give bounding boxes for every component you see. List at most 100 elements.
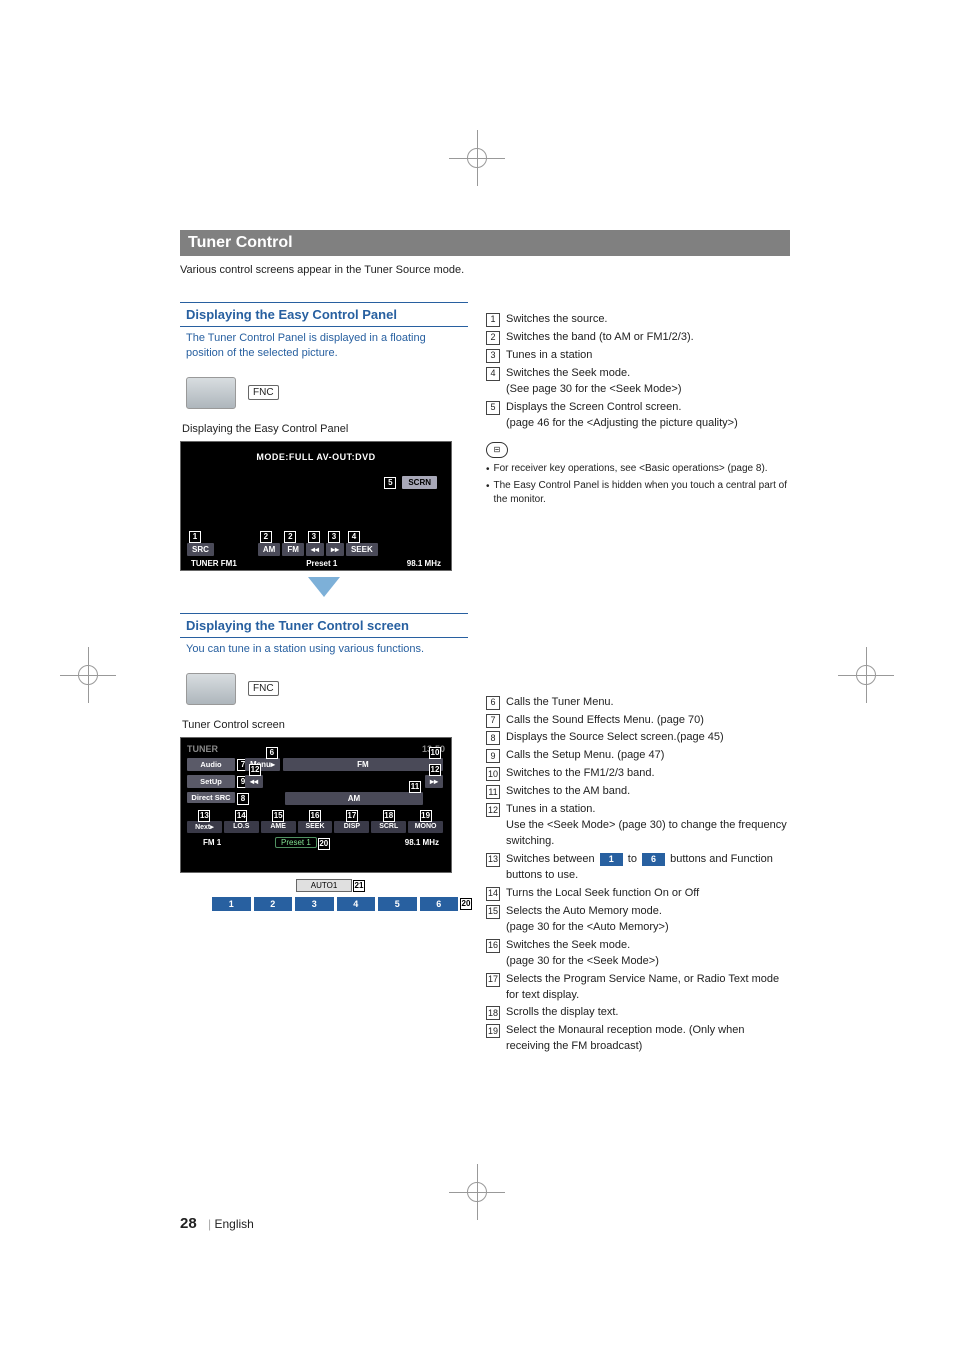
- fm-band-button[interactable]: FM 10: [283, 758, 443, 771]
- fn-ame-button[interactable]: AME15: [261, 821, 296, 833]
- callout-19: 19: [420, 810, 432, 822]
- registration-mark-left: [60, 647, 116, 703]
- legend-item: 7Calls the Sound Effects Menu. (page 70): [486, 713, 790, 729]
- setup-button[interactable]: SetUp 9: [187, 775, 235, 788]
- note-item: •For receiver key operations, see <Basic…: [486, 462, 790, 477]
- note-text: For receiver key operations, see <Basic …: [494, 462, 768, 477]
- screen-button-label: SCRN: [408, 478, 431, 487]
- monitor-icon: [186, 673, 236, 705]
- callout-17: 17: [346, 810, 358, 822]
- fn-scrl-button[interactable]: SCRL18: [371, 821, 406, 833]
- legend-number: 3: [486, 349, 500, 363]
- fnc-button-label: FNC: [253, 683, 274, 694]
- prev-button[interactable]: 3 ◂◂: [306, 543, 324, 556]
- legend-subtext: (page 30 for the <Auto Memory>): [506, 920, 790, 936]
- registration-mark-bottom: [449, 1164, 505, 1220]
- legend-text: Calls the Setup Menu. (page 47): [506, 748, 790, 764]
- preset-tag: 1: [600, 853, 623, 866]
- footer-language: English: [215, 1217, 254, 1231]
- next-button-b[interactable]: ▸▸ 12: [425, 775, 443, 788]
- legend-number: 2: [486, 331, 500, 345]
- status-left: TUNER FM1: [191, 559, 237, 568]
- legend-subtext: (page 46 for the <Adjusting the picture …: [506, 416, 790, 432]
- legend-number: 15: [486, 905, 500, 919]
- legend-number: 16: [486, 939, 500, 953]
- legend-subtext: (See page 30 for the <Seek Mode>): [506, 382, 790, 398]
- fn-los-button[interactable]: LO.S14: [224, 821, 259, 833]
- mode-line: MODE:FULL AV-OUT:DVD: [181, 452, 451, 462]
- am-band-button[interactable]: AM 11: [285, 792, 423, 805]
- legend-item: 9Calls the Setup Menu. (page 47): [486, 748, 790, 764]
- legend-number: 10: [486, 767, 500, 781]
- notes-list: •For receiver key operations, see <Basic…: [486, 462, 790, 507]
- callout-1: 1: [189, 531, 201, 543]
- am-button[interactable]: 2 AM: [258, 543, 280, 556]
- callout-12a: 12: [249, 764, 261, 776]
- fn-next-button[interactable]: Next▸13: [187, 821, 222, 833]
- legend-item: 19Select the Monaural reception mode. (O…: [486, 1023, 790, 1055]
- preset-indicator: Preset 1 20: [275, 837, 317, 848]
- legend-number: 18: [486, 1006, 500, 1020]
- fnc-button-label: FNC: [253, 387, 274, 398]
- page-title-bar: Tuner Control: [180, 230, 790, 256]
- legend-text: Calls the Sound Effects Menu. (page 70): [506, 713, 790, 729]
- legend-number: 17: [486, 973, 500, 987]
- callout-20: 20: [318, 838, 330, 850]
- preset-tab-5[interactable]: 5: [378, 897, 417, 911]
- legend-text: Switches between 1 to 6 buttons and Func…: [506, 852, 790, 884]
- legend-text: Switches the source.: [506, 312, 790, 328]
- audio-button[interactable]: Audio 7: [187, 758, 235, 771]
- auto1-badge: AUTO1 21: [296, 879, 352, 892]
- fnc-button[interactable]: FNC: [248, 681, 279, 696]
- legend-item: 8Displays the Source Select screen.(page…: [486, 730, 790, 746]
- intro-text: Various control screens appear in the Tu…: [180, 264, 790, 276]
- legend-text: Switches to the AM band.: [506, 784, 790, 800]
- prev-button-b[interactable]: ◂◂ 12: [245, 775, 263, 788]
- caption-easy-panel: Displaying the Easy Control Panel: [182, 423, 468, 435]
- callout-10: 10: [429, 747, 441, 759]
- legend-item: 5Displays the Screen Control screen.(pag…: [486, 400, 790, 432]
- fn-seek-button[interactable]: SEEK16: [298, 821, 333, 833]
- legend-number: 11: [486, 785, 500, 799]
- legend-text: Selects the Auto Memory mode.(page 30 fo…: [506, 904, 790, 936]
- callout-11: 11: [409, 781, 421, 793]
- legend-item: 12Tunes in a station.Use the <Seek Mode>…: [486, 802, 790, 850]
- preset-tab-3[interactable]: 3: [295, 897, 334, 911]
- legend-text: Switches to the FM1/2/3 band.: [506, 766, 790, 782]
- preset-tab-2[interactable]: 2: [254, 897, 293, 911]
- legend-item: 15 Selects the Auto Memory mode.(page 30 …: [486, 904, 790, 936]
- section-sub-easy-panel: The Tuner Control Panel is displayed in …: [180, 331, 468, 367]
- fn-mono-button[interactable]: MONO19: [408, 821, 443, 833]
- legend-item: 11 Switches to the AM band.: [486, 784, 790, 800]
- legend-text: Switches the band (to AM or FM1/2/3).: [506, 330, 790, 346]
- section-sub-tuner-control: You can tune in a station using various …: [180, 642, 468, 663]
- legend-number: 6: [486, 696, 500, 710]
- registration-mark-right: [838, 647, 894, 703]
- callout-4: 4: [348, 531, 360, 543]
- callout-5: 5: [384, 477, 396, 489]
- legend-item: 18Scrolls the display text.: [486, 1005, 790, 1021]
- direct-src-button[interactable]: Direct SRC 8: [187, 792, 235, 804]
- status-mid: Preset 1: [306, 559, 337, 568]
- section-heading-tuner-control: Displaying the Tuner Control screen: [180, 613, 468, 638]
- legend-text: Select the Monaural reception mode. (Onl…: [506, 1023, 790, 1055]
- src-button[interactable]: 1 SRC: [187, 543, 214, 556]
- legend-list-a: 1Switches the source.2Switches the band …: [486, 312, 790, 432]
- fnc-button[interactable]: FNC: [248, 385, 279, 400]
- fm-button[interactable]: 2 FM: [282, 543, 304, 556]
- callout-20b: 20: [460, 898, 472, 910]
- screen-button[interactable]: 5 SCRN: [402, 476, 437, 489]
- monitor-icon: [186, 377, 236, 409]
- seek-button[interactable]: 4 SEEK: [346, 543, 378, 556]
- preset-tab-4[interactable]: 4: [337, 897, 376, 911]
- legend-item: 4Switches the Seek mode.(See page 30 for…: [486, 366, 790, 398]
- page-footer: 28 | English: [180, 1215, 254, 1232]
- legend-text: Displays the Source Select screen.(page …: [506, 730, 790, 746]
- legend-text: Turns the Local Seek function On or Off: [506, 886, 790, 902]
- next-button[interactable]: 3 ▸▸: [326, 543, 344, 556]
- fn-disp-button[interactable]: DISP17: [334, 821, 369, 833]
- status-right: 98.1 MHz: [407, 559, 441, 568]
- preset-tab-1[interactable]: 1: [212, 897, 251, 911]
- preset-tab-6[interactable]: 620: [420, 897, 459, 911]
- legend-item: 13Switches between 1 to 6 buttons and Fu…: [486, 852, 790, 884]
